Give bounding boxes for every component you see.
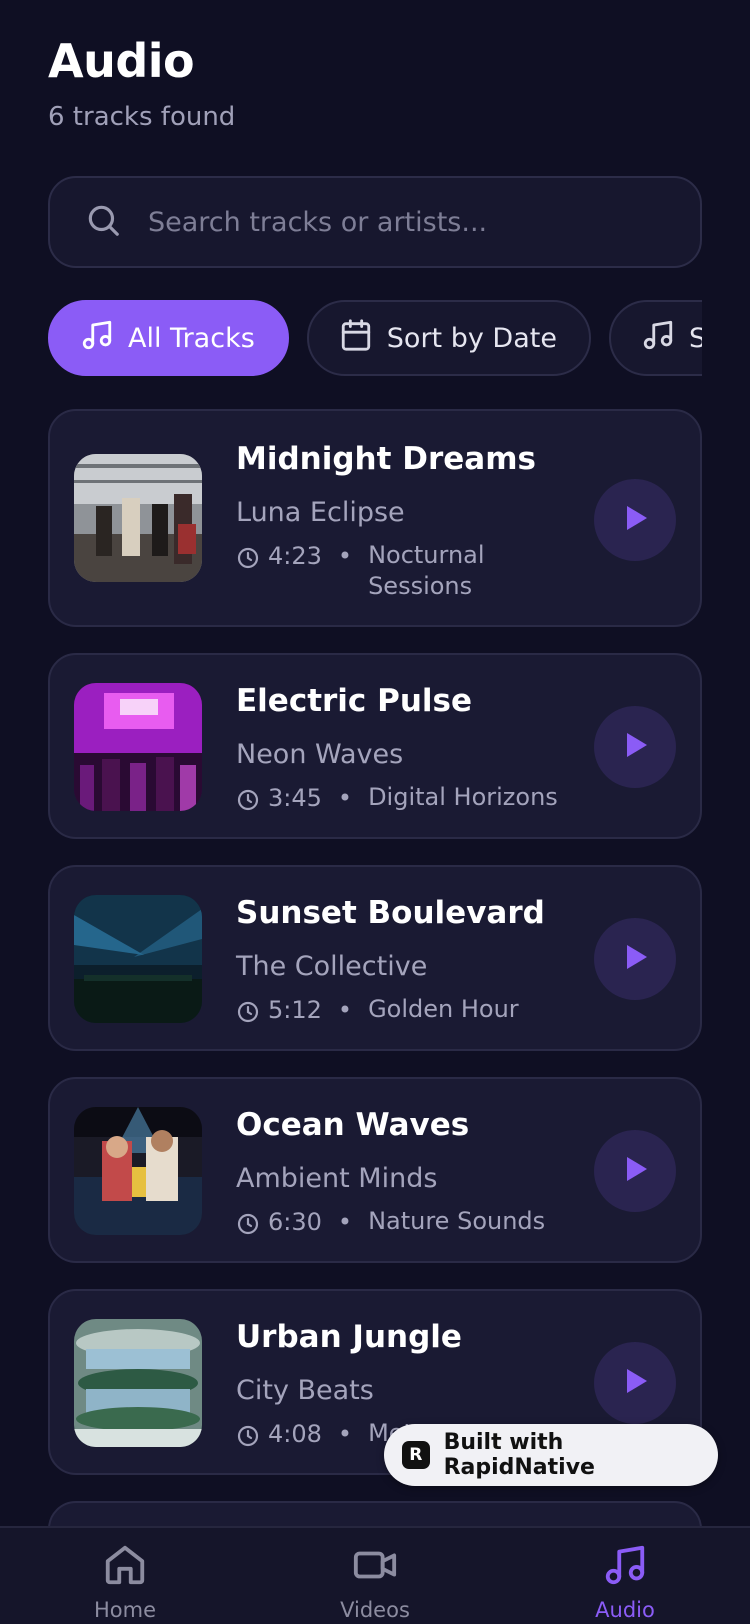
tab-home[interactable]: Home: [50, 1542, 200, 1622]
tab-audio[interactable]: Audio: [550, 1542, 700, 1622]
play-button[interactable]: [594, 1342, 676, 1424]
filter-label: So: [688, 322, 702, 354]
track-card[interactable]: Ocean Waves Ambient Minds 6:30 • Nature …: [48, 1077, 702, 1263]
built-with-badge[interactable]: R Built with RapidNative: [384, 1424, 718, 1486]
track-meta: 4:23 • Nocturnal Sessions: [236, 541, 558, 602]
track-info: Midnight Dreams Luna Eclipse 4:23 • Noct…: [236, 441, 558, 602]
bottom-tab-bar: Home Videos Audio: [0, 1526, 750, 1624]
track-artist: The Collective: [236, 951, 428, 982]
rapidnative-logo: R: [402, 1441, 430, 1469]
track-meta: 5:12 • Golden Hour: [236, 995, 545, 1030]
play-icon: [619, 502, 651, 538]
track-title: Midnight Dreams: [236, 441, 536, 477]
track-title: Urban Jungle: [236, 1319, 462, 1355]
track-duration: 3:45: [268, 784, 322, 812]
filter-sort-other[interactable]: So: [608, 300, 702, 376]
page-title: Audio: [48, 34, 195, 88]
track-duration: 4:23: [268, 542, 322, 570]
clock-icon: [236, 1208, 268, 1242]
track-info: Electric Pulse Neon Waves 3:45 • Digital…: [236, 683, 558, 818]
track-artist: Ambient Minds: [236, 1163, 438, 1194]
meta-separator: •: [337, 784, 353, 812]
track-card[interactable]: Midnight Dreams Luna Eclipse 4:23 • Noct…: [48, 409, 702, 627]
header: Audio 6 tracks found: [48, 34, 235, 132]
calendar-icon: [339, 318, 387, 359]
track-artist: Luna Eclipse: [236, 497, 405, 528]
filter-all-tracks[interactable]: All Tracks: [48, 300, 289, 376]
filter-label: Sort by Date: [386, 322, 557, 354]
track-duration: 4:08: [268, 1420, 322, 1448]
filter-sort-by-date[interactable]: Sort by Date: [306, 300, 591, 376]
meta-separator: •: [337, 1208, 353, 1236]
tab-label: Videos: [340, 1598, 410, 1622]
play-icon: [619, 1365, 651, 1401]
track-info: Ocean Waves Ambient Minds 6:30 • Nature …: [236, 1107, 545, 1242]
album-art: [74, 1107, 202, 1235]
filter-label: All Tracks: [128, 322, 255, 354]
track-artist: City Beats: [236, 1375, 374, 1406]
music-note-icon: [550, 1542, 700, 1588]
play-button[interactable]: [594, 706, 676, 788]
clock-icon: [236, 1420, 268, 1454]
track-album: Nocturnal Sessions: [368, 541, 485, 600]
track-duration: 5:12: [268, 996, 322, 1024]
track-album: Digital Horizons: [368, 783, 558, 811]
home-icon: [50, 1542, 200, 1588]
clock-icon: [236, 784, 268, 818]
track-duration: 6:30: [268, 1208, 322, 1236]
video-camera-icon: [300, 1542, 450, 1588]
tab-videos[interactable]: Videos: [300, 1542, 450, 1622]
music-note-icon: [641, 318, 689, 359]
search-input[interactable]: Search tracks or artists...: [48, 176, 702, 268]
search-icon: [84, 201, 122, 243]
meta-separator: •: [337, 1420, 353, 1448]
search-placeholder: Search tracks or artists...: [148, 206, 488, 238]
clock-icon: [236, 996, 268, 1030]
album-art: [74, 683, 202, 811]
album-art: [74, 454, 202, 582]
music-note-icon: [80, 318, 128, 359]
play-icon: [619, 941, 651, 977]
meta-separator: •: [337, 542, 353, 570]
play-icon: [619, 729, 651, 765]
badge-text: Built with RapidNative: [443, 1430, 595, 1480]
track-title: Ocean Waves: [236, 1107, 470, 1143]
tab-label: Audio: [595, 1598, 655, 1622]
album-art: [74, 1319, 202, 1447]
track-album: Nature Sounds: [368, 1207, 546, 1235]
tab-label: Home: [93, 1598, 156, 1622]
track-artist: Neon Waves: [236, 739, 404, 770]
track-title: Electric Pulse: [236, 683, 472, 719]
track-meta: 3:45 • Digital Horizons: [236, 783, 558, 818]
track-card[interactable]: Electric Pulse Neon Waves 3:45 • Digital…: [48, 653, 702, 839]
clock-icon: [236, 542, 268, 576]
play-button[interactable]: [594, 479, 676, 561]
play-button[interactable]: [594, 918, 676, 1000]
meta-separator: •: [337, 996, 353, 1024]
filter-chips: All Tracks Sort by Date So: [48, 300, 702, 376]
track-meta: 6:30 • Nature Sounds: [236, 1207, 546, 1242]
album-art: [74, 895, 202, 1023]
track-info: Sunset Boulevard The Collective 5:12 • G…: [236, 895, 545, 1030]
play-button[interactable]: [594, 1130, 676, 1212]
track-album: Golden Hour: [368, 995, 519, 1023]
track-count: 6 tracks found: [48, 102, 236, 132]
track-title: Sunset Boulevard: [236, 895, 545, 931]
track-card[interactable]: Sunset Boulevard The Collective 5:12 • G…: [48, 865, 702, 1051]
play-icon: [619, 1153, 651, 1189]
